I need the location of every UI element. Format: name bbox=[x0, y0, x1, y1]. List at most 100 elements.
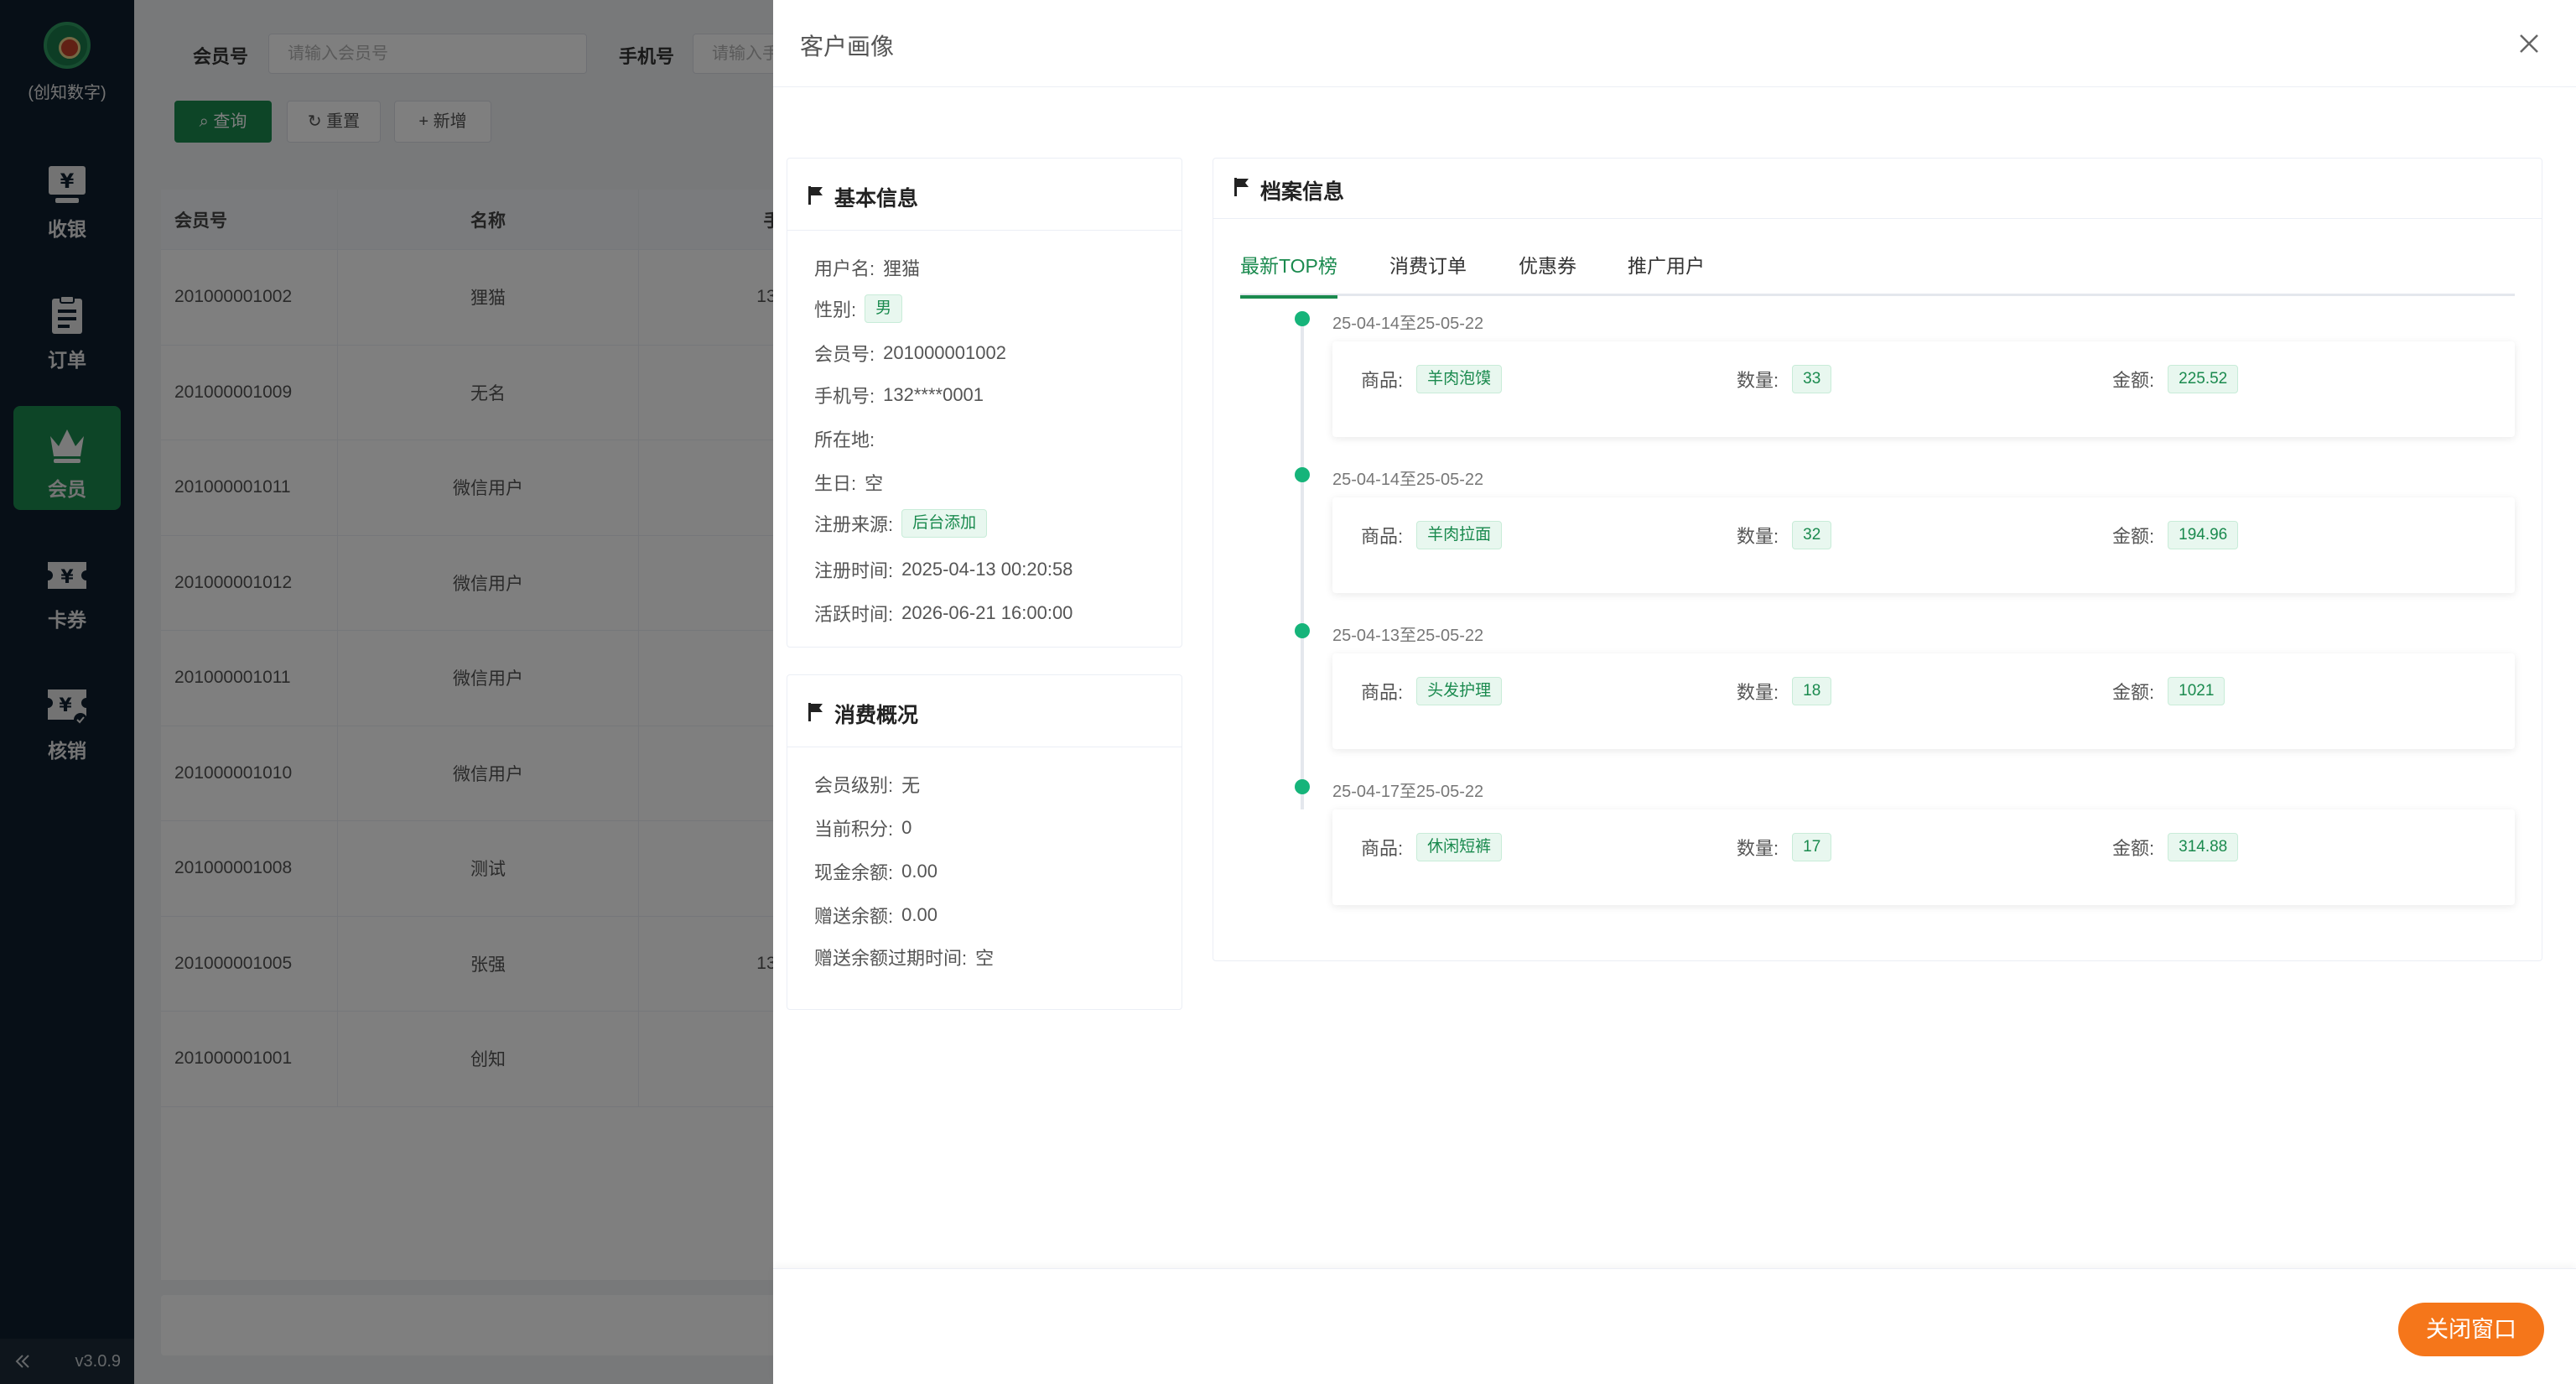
reg-time-row: 注册时间: 2025-04-13 00:20:58 bbox=[814, 556, 1072, 583]
phone-value: 132****0001 bbox=[883, 384, 984, 405]
product-field: 商品: 羊肉泡馍 bbox=[1361, 365, 1503, 393]
customer-profile-drawer: 客户画像 基本信息 用户名: 狸猫 性别: 男 会员号: 20100000100… bbox=[773, 0, 2576, 1384]
source-label: 注册来源: bbox=[814, 514, 894, 535]
basic-info-card: 基本信息 用户名: 狸猫 性别: 男 会员号: 201000001002 手机号… bbox=[787, 158, 1182, 648]
gender-row: 性别: 男 bbox=[814, 294, 903, 323]
amount-field: 金额: 225.52 bbox=[2112, 365, 2239, 393]
consumption-title: 消费概况 bbox=[834, 704, 919, 727]
timeline-line bbox=[1301, 323, 1304, 809]
product-tag: 羊肉拉面 bbox=[1416, 521, 1503, 549]
points-label: 当前积分: bbox=[814, 819, 894, 840]
phone-row: 手机号: 132****0001 bbox=[814, 382, 984, 408]
timeline-date: 25-04-14至25-05-22 bbox=[1332, 471, 1484, 489]
qty-tag: 32 bbox=[1792, 521, 1832, 549]
card-header: 档案信息 bbox=[1213, 159, 2542, 219]
tab-coupons[interactable]: 优惠券 bbox=[1519, 249, 1576, 296]
member-no-value: 201000001002 bbox=[883, 342, 1006, 363]
source-tag: 后台添加 bbox=[901, 509, 988, 538]
timeline-date: 25-04-17至25-05-22 bbox=[1332, 783, 1484, 801]
qty-field: 数量: 17 bbox=[1737, 833, 1832, 861]
location-row: 所在地: bbox=[814, 425, 883, 452]
amount-field: 金额: 194.96 bbox=[2112, 521, 2239, 549]
qty-field: 数量: 18 bbox=[1737, 677, 1832, 705]
qty-tag: 18 bbox=[1792, 677, 1832, 705]
amount-tag: 225.52 bbox=[2168, 365, 2239, 393]
qty-field: 数量: 33 bbox=[1737, 365, 1832, 393]
active-time-row: 活跃时间: 2026-06-21 16:00:00 bbox=[814, 600, 1072, 627]
qty-label: 数量: bbox=[1737, 682, 1779, 703]
gender-tag: 男 bbox=[865, 294, 903, 323]
timeline-card: 商品: 头发护理 数量: 18 金额: 1021 bbox=[1332, 653, 2515, 749]
cash-label: 现金余额: bbox=[814, 862, 894, 883]
gift-expire-row: 赠送余额过期时间: 空 bbox=[814, 944, 994, 970]
timeline-card: 商品: 羊肉拉面 数量: 32 金额: 194.96 bbox=[1332, 497, 2515, 593]
drawer-title: 客户画像 bbox=[800, 34, 895, 60]
product-label: 商品: bbox=[1361, 682, 1404, 703]
timeline-date: 25-04-13至25-05-22 bbox=[1332, 627, 1484, 645]
card-header: 消费概况 bbox=[787, 675, 1182, 747]
points-value: 0 bbox=[901, 817, 912, 838]
points-row: 当前积分: 0 bbox=[814, 814, 911, 841]
member-no-label: 会员号: bbox=[814, 344, 875, 365]
card-header: 基本信息 bbox=[787, 159, 1182, 231]
product-label: 商品: bbox=[1361, 526, 1404, 547]
drawer-footer: 关闭窗口 bbox=[773, 1268, 2576, 1384]
username-label: 用户名: bbox=[814, 258, 875, 279]
amount-label: 金额: bbox=[2112, 838, 2155, 859]
amount-field: 金额: 1021 bbox=[2112, 677, 2225, 705]
timeline-dot bbox=[1295, 467, 1310, 482]
amount-label: 金额: bbox=[2112, 370, 2155, 391]
active-time-value: 2026-06-21 16:00:00 bbox=[901, 602, 1073, 623]
close-icon[interactable] bbox=[2516, 30, 2542, 57]
qty-field: 数量: 32 bbox=[1737, 521, 1832, 549]
product-label: 商品: bbox=[1361, 838, 1404, 859]
username-value: 狸猫 bbox=[883, 258, 921, 279]
product-field: 商品: 羊肉拉面 bbox=[1361, 521, 1503, 549]
active-time-label: 活跃时间: bbox=[814, 604, 894, 625]
gift-value: 0.00 bbox=[901, 904, 937, 925]
basic-info-title: 基本信息 bbox=[834, 187, 919, 211]
product-field: 商品: 休闲短裤 bbox=[1361, 833, 1503, 861]
level-row: 会员级别: 无 bbox=[814, 771, 920, 798]
level-label: 会员级别: bbox=[814, 775, 894, 796]
gift-expire-label: 赠送余额过期时间: bbox=[814, 948, 968, 969]
product-tag: 羊肉泡馍 bbox=[1416, 365, 1503, 393]
gender-label: 性别: bbox=[814, 299, 857, 320]
amount-tag: 1021 bbox=[2168, 677, 2225, 705]
gift-expire-value: 空 bbox=[975, 948, 995, 969]
phone-label: 手机号: bbox=[814, 386, 875, 407]
gift-row: 赠送余额: 0.00 bbox=[814, 902, 937, 929]
qty-tag: 17 bbox=[1792, 833, 1832, 861]
reg-time-value: 2025-04-13 00:20:58 bbox=[901, 559, 1073, 580]
username-row: 用户名: 狸猫 bbox=[814, 254, 920, 281]
gift-label: 赠送余额: bbox=[814, 906, 894, 927]
member-no-row: 会员号: 201000001002 bbox=[814, 340, 1006, 367]
timeline-dot bbox=[1295, 779, 1310, 794]
birthday-row: 生日: 空 bbox=[814, 469, 883, 496]
tab-orders[interactable]: 消费订单 bbox=[1389, 249, 1467, 296]
archive-tabs: 最新TOP榜 消费订单 优惠券 推广用户 bbox=[1240, 249, 2515, 299]
timeline-dot bbox=[1295, 623, 1310, 638]
flag-icon bbox=[808, 703, 823, 721]
reg-time-label: 注册时间: bbox=[814, 560, 894, 581]
qty-label: 数量: bbox=[1737, 370, 1779, 391]
timeline-dot bbox=[1295, 311, 1310, 326]
cash-row: 现金余额: 0.00 bbox=[814, 858, 937, 885]
amount-tag: 194.96 bbox=[2168, 521, 2239, 549]
source-row: 注册来源: 后台添加 bbox=[814, 509, 988, 538]
qty-tag: 33 bbox=[1792, 365, 1832, 393]
amount-field: 金额: 314.88 bbox=[2112, 833, 2239, 861]
close-window-button[interactable]: 关闭窗口 bbox=[2398, 1303, 2544, 1356]
timeline-card: 商品: 休闲短裤 数量: 17 金额: 314.88 bbox=[1332, 809, 2515, 905]
tab-top-list[interactable]: 最新TOP榜 bbox=[1240, 249, 1337, 299]
product-tag: 头发护理 bbox=[1416, 677, 1503, 705]
archive-title: 档案信息 bbox=[1260, 180, 1345, 204]
product-field: 商品: 头发护理 bbox=[1361, 677, 1503, 705]
drawer-header: 客户画像 bbox=[773, 0, 2576, 87]
tab-referrals[interactable]: 推广用户 bbox=[1628, 249, 1705, 296]
level-value: 无 bbox=[901, 775, 921, 796]
amount-label: 金额: bbox=[2112, 526, 2155, 547]
birthday-value: 空 bbox=[865, 473, 884, 494]
timeline-card: 商品: 羊肉泡馍 数量: 33 金额: 225.52 bbox=[1332, 341, 2515, 437]
birthday-label: 生日: bbox=[814, 473, 857, 494]
